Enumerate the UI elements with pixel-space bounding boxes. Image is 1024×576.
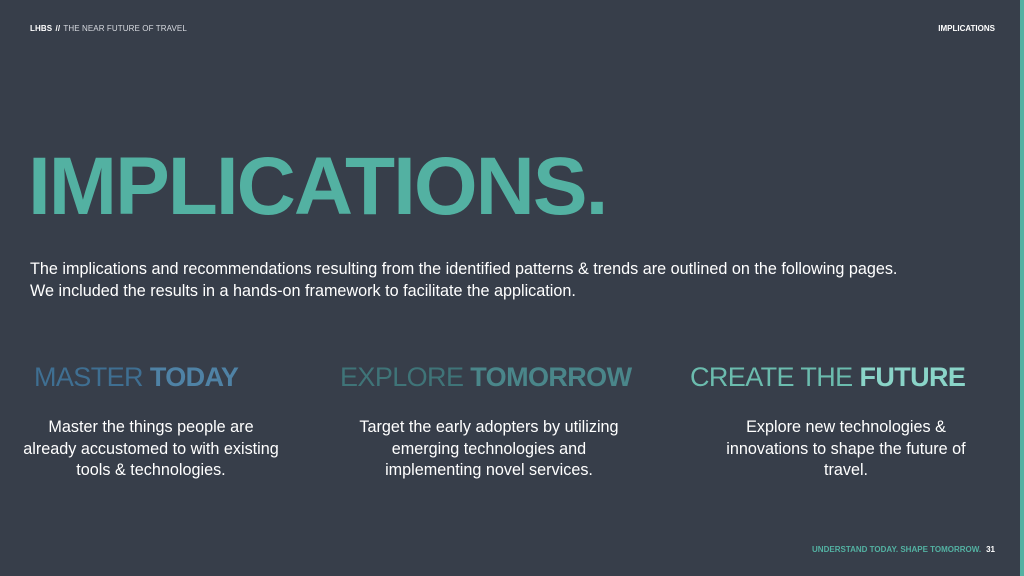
column-heading-explore-tomorrow: EXPLORE TOMORROW	[340, 362, 632, 392]
column-heading-bold: TOMORROW	[470, 362, 632, 392]
footer-tagline: UNDERSTAND TODAY. SHAPE TOMORROW.	[812, 545, 982, 554]
column-heading-light: EXPLORE	[340, 362, 471, 392]
header-subtitle: THE NEAR FUTURE OF TRAVEL	[63, 24, 187, 33]
column-heading-master-today: MASTER TODAY	[34, 362, 239, 392]
column-heading-create-the-future: CREATE THE FUTURE	[690, 362, 966, 392]
column-text-create-the-future: Explore new technologies & innovations t…	[726, 418, 966, 479]
slide: LHBS // THE NEAR FUTURE OF TRAVEL IMPLIC…	[0, 0, 1024, 576]
column-text-explore-tomorrow: Target the early adopters by utilizing e…	[359, 418, 619, 479]
page-number: 31	[986, 545, 995, 554]
column-text-master-today: Master the things people are already acc…	[23, 418, 279, 479]
column-heading-bold: TODAY	[149, 362, 239, 392]
intro-text: The implications and recommendations res…	[30, 260, 898, 300]
footer: UNDERSTAND TODAY. SHAPE TOMORROW. 31	[812, 545, 995, 554]
section-label: IMPLICATIONS	[938, 24, 995, 33]
column-heading-light: CREATE THE	[690, 362, 860, 392]
page-title: IMPLICATIONS.	[28, 141, 608, 232]
brand-label: LHBS	[30, 24, 53, 33]
header-left: LHBS // THE NEAR FUTURE OF TRAVEL	[30, 24, 187, 33]
accent-rule	[1020, 0, 1024, 576]
header-separator: //	[55, 24, 61, 33]
column-heading-light: MASTER	[34, 362, 150, 392]
column-heading-bold: FUTURE	[859, 362, 966, 392]
